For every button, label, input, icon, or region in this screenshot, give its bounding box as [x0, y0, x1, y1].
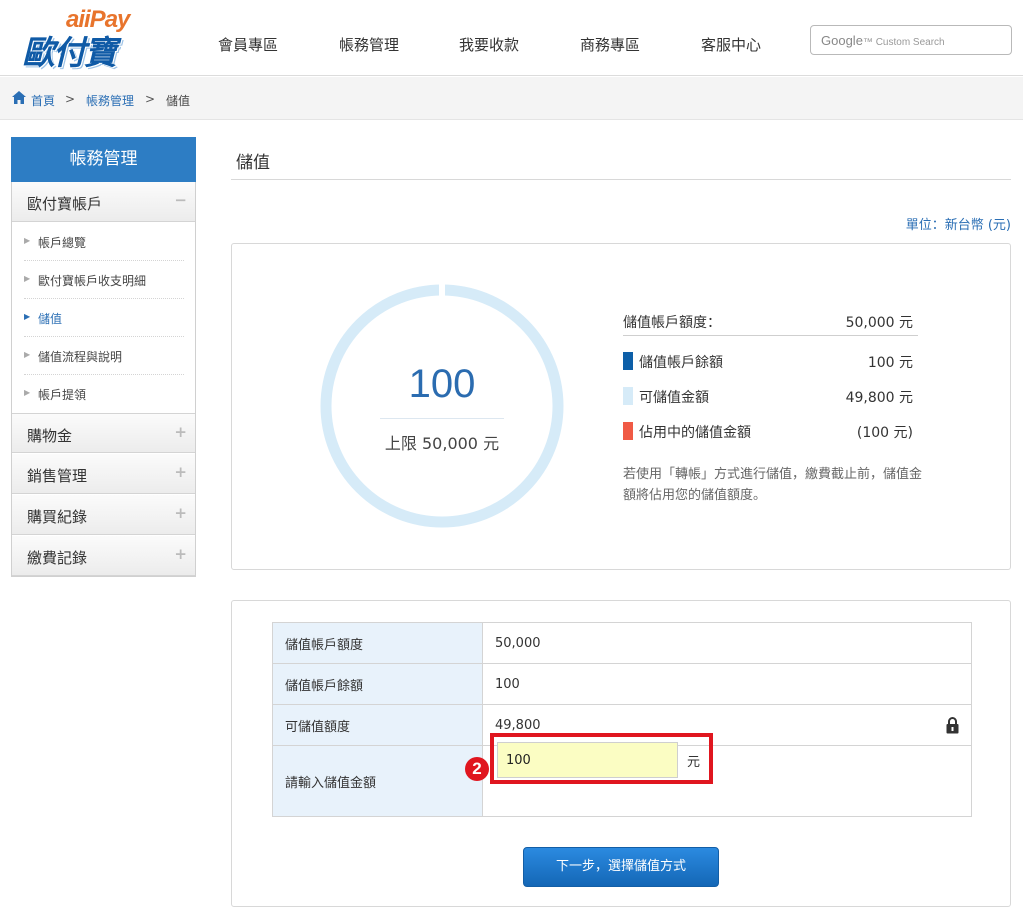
stat-divider — [623, 335, 918, 336]
sidebar-item-account-overview[interactable]: ▶ 帳戶總覽 — [24, 223, 184, 261]
title-divider — [231, 179, 1011, 180]
stat-occupied: 佔用中的儲值金額 (100 元) — [623, 420, 913, 442]
breadcrumb-separator: > — [65, 92, 76, 106]
ring-value: 100 — [408, 362, 476, 406]
stat-balance: 儲值帳戶餘額 100 元 — [623, 350, 913, 372]
stat-label: 佔用中的儲值金額 — [639, 425, 751, 441]
amount-unit: 元 — [687, 755, 701, 770]
minus-icon: − — [174, 191, 187, 209]
nav-account-management[interactable]: 帳務管理 — [339, 34, 399, 55]
logo[interactable]: aiiPay 歐付寶 — [22, 6, 142, 72]
plus-icon: + — [174, 463, 187, 481]
stat-value: 50,000 元 — [845, 315, 913, 331]
arrow-right-icon: ▶ — [24, 350, 31, 359]
lock-icon — [946, 717, 959, 734]
plus-icon: + — [174, 545, 187, 563]
stat-value: 100 元 — [867, 355, 913, 371]
page: aiiPay 歐付寶 會員專區 帳務管理 我要收款 商務專區 客服中心 Goog… — [0, 0, 1023, 911]
nav-business[interactable]: 商務專區 — [580, 34, 640, 55]
breadcrumb-current: 儲值 — [166, 94, 191, 108]
stat-available: 可儲值金額 49,800 元 — [623, 385, 913, 407]
sidebar-item-withdraw[interactable]: ▶ 帳戶提領 — [24, 375, 184, 413]
row-label: 請輸入儲值金額 — [272, 745, 483, 817]
occupied-swatch — [623, 422, 633, 440]
search-brand: Google — [821, 33, 863, 48]
sidebar-group-label: 繳費記錄 — [27, 549, 88, 567]
home-icon[interactable] — [12, 91, 26, 104]
balance-swatch — [623, 352, 633, 370]
stat-value: (100 元) — [856, 425, 913, 441]
plus-icon: + — [174, 423, 187, 441]
sidebar-item-top-up[interactable]: ▶ 儲值 — [24, 299, 184, 337]
sidebar-item-label: 歐付寶帳戶收支明細 — [38, 274, 147, 288]
sidebar-item-label: 儲值流程與說明 — [38, 350, 123, 364]
row-label: 儲值帳戶額度 — [272, 622, 483, 664]
balance-summary-panel: 100 上限 50,000 元 儲值帳戶額度： 50,000 元 儲值帳戶餘額 … — [231, 243, 1011, 570]
nav-member[interactable]: 會員專區 — [218, 34, 278, 55]
sidebar-group-label: 購物金 — [27, 427, 73, 445]
breadcrumb-account-management[interactable]: 帳務管理 — [86, 92, 134, 109]
sidebar-item-label: 帳戶提領 — [38, 388, 87, 402]
header: aiiPay 歐付寶 會員專區 帳務管理 我要收款 商務專區 客服中心 Goog… — [0, 0, 1023, 76]
stat-quota: 儲值帳戶額度： 50,000 元 — [623, 310, 913, 332]
search-placeholder: Google™ Custom Search — [821, 33, 945, 48]
sidebar: 歐付寶帳戶 − ▶ 帳戶總覽 ▶ 歐付寶帳戶收支明細 ▶ 儲值 ▶ 儲值流程與說… — [11, 182, 196, 577]
sidebar-item-label: 帳戶總覽 — [38, 236, 87, 250]
top-up-form-panel: 儲值帳戶額度 50,000 儲值帳戶餘額 100 可儲值額度 49,800 請輸… — [231, 600, 1011, 907]
nav-receive-payment[interactable]: 我要收款 — [459, 34, 519, 55]
arrow-right-icon: ▶ — [24, 274, 31, 283]
sidebar-group-sales-management[interactable]: 銷售管理 + — [12, 454, 195, 494]
stat-label: 可儲值金額 — [639, 390, 709, 406]
breadcrumb-separator: > — [145, 92, 156, 106]
sidebar-group-label: 銷售管理 — [27, 467, 88, 485]
top-up-form-table: 儲值帳戶額度 50,000 儲值帳戶餘額 100 可儲值額度 49,800 請輸… — [272, 622, 972, 817]
step-badge: 2 — [465, 757, 489, 781]
breadcrumb-home[interactable]: 首頁 — [31, 92, 55, 109]
sidebar-item-top-up-guide[interactable]: ▶ 儲值流程與說明 — [24, 337, 184, 375]
row-label: 儲值帳戶餘額 — [272, 663, 483, 705]
sidebar-group-payment-records[interactable]: 繳費記錄 + — [12, 536, 195, 576]
sidebar-group-shopping-credit[interactable]: 購物金 + — [12, 413, 195, 453]
row-value: 50,000 — [482, 622, 972, 664]
ring-limit: 上限 50,000 元 — [384, 434, 500, 453]
arrow-right-icon: ▶ — [24, 388, 31, 397]
sidebar-group-purchase-records[interactable]: 購買紀錄 + — [12, 495, 195, 535]
sidebar-item-label: 儲值 — [38, 312, 63, 326]
sidebar-title: 帳務管理 — [11, 137, 196, 182]
stat-label: 儲值帳戶額度： — [623, 315, 721, 331]
stat-value: 49,800 元 — [845, 390, 913, 406]
row-value: 49,800 — [495, 717, 541, 733]
arrow-right-icon: ▶ — [24, 236, 31, 245]
row-value: 100 — [482, 663, 972, 705]
breadcrumb: 首頁 > 帳務管理 > 儲值 — [0, 77, 1023, 120]
sidebar-group-label: 購買紀錄 — [27, 508, 88, 526]
row-label: 可儲值額度 — [272, 704, 483, 746]
currency-unit: 單位：新台幣 (元) — [905, 218, 1011, 233]
stat-label: 儲值帳戶餘額 — [639, 355, 723, 371]
page-title: 儲值 — [236, 153, 270, 173]
transfer-note: 若使用「轉帳」方式進行儲值，繳費截止前，儲值金額將佔用您的儲值額度。 — [623, 467, 923, 503]
table-row: 儲值帳戶餘額 100 — [272, 663, 972, 705]
sidebar-group-allpay-account[interactable]: 歐付寶帳戶 − — [12, 182, 195, 222]
search-placeholder-text: Custom Search — [875, 37, 945, 48]
nav-customer-service[interactable]: 客服中心 — [701, 34, 761, 55]
ring-divider — [380, 418, 504, 419]
sidebar-group-label: 歐付寶帳戶 — [27, 195, 103, 213]
top-up-amount-input[interactable] — [497, 742, 678, 778]
table-row: 儲值帳戶額度 50,000 — [272, 622, 972, 664]
arrow-right-icon: ▶ — [24, 312, 31, 321]
available-swatch — [623, 387, 633, 405]
sidebar-item-account-statement[interactable]: ▶ 歐付寶帳戶收支明細 — [24, 261, 184, 299]
plus-icon: + — [174, 504, 187, 522]
next-step-button[interactable]: 下一步，選擇儲值方式 — [523, 847, 719, 887]
logo-main-text: 歐付寶 — [22, 33, 117, 72]
search-input[interactable]: Google™ Custom Search — [810, 25, 1012, 55]
